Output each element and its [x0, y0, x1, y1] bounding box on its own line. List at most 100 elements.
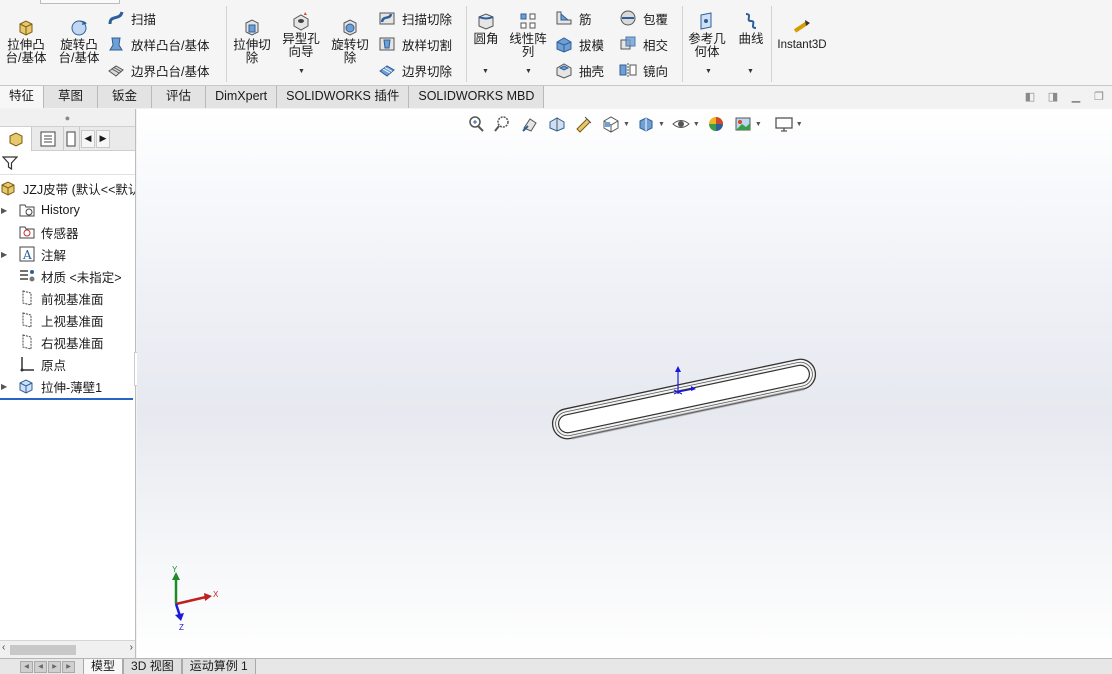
- tab-model[interactable]: 模型: [83, 658, 124, 674]
- next-tab-icon[interactable]: ▶: [48, 660, 61, 673]
- wrap-button[interactable]: 包覆: [619, 8, 668, 28]
- tree-item-label: 传感器: [41, 226, 79, 241]
- feature-manager-tab[interactable]: [0, 126, 32, 151]
- fillet-dropdown-icon[interactable]: ▼: [482, 68, 489, 75]
- tree-item-front-plane[interactable]: 前视基准面: [0, 287, 135, 309]
- panel-collapse-left-icon[interactable]: ◧: [1023, 90, 1037, 103]
- curves-button[interactable]: 曲线: [735, 11, 767, 46]
- reference-geometry-dropdown-icon[interactable]: ▼: [705, 68, 712, 75]
- tab-scroll-right-icon[interactable]: ▶: [96, 129, 110, 148]
- expand-arrow-icon[interactable]: ▶: [1, 250, 7, 259]
- mirror-button[interactable]: 镜向: [619, 60, 668, 80]
- graphics-viewport[interactable]: ▼ ▼ ▼ ▼ ▼ Y X Z: [137, 109, 1112, 658]
- linear-pattern-dropdown-icon[interactable]: ▼: [525, 68, 532, 75]
- intersect-button[interactable]: 相交: [619, 34, 668, 54]
- tab-3d-views[interactable]: 3D 视图: [123, 658, 182, 674]
- view-settings-button[interactable]: [773, 113, 795, 135]
- fillet-button[interactable]: 圆角: [470, 11, 502, 46]
- dynamic-annotation-view-button[interactable]: [573, 113, 595, 135]
- fillet-label: 圆角: [473, 32, 499, 46]
- mirror-label: 镜向: [643, 64, 669, 79]
- tab-solidworks-mbd[interactable]: SOLIDWORKS MBD: [409, 86, 545, 108]
- tab-motion-study-1[interactable]: 运动算例 1: [181, 658, 256, 674]
- loft-label: 放样凸台/基体: [131, 38, 210, 53]
- tab-evaluate[interactable]: 评估: [152, 86, 207, 108]
- loft-button[interactable]: 放样凸台/基体: [107, 34, 209, 54]
- expand-arrow-icon[interactable]: ▶: [1, 206, 7, 215]
- tree-item-sensors[interactable]: 传感器: [0, 221, 135, 243]
- tab-sheet-metal[interactable]: 钣金: [98, 86, 153, 108]
- restore-icon[interactable]: ❐: [1092, 90, 1106, 103]
- tab-solidworks-addins[interactable]: SOLIDWORKS 插件: [277, 86, 410, 108]
- display-style-button[interactable]: [635, 113, 657, 135]
- minimize-icon[interactable]: ▁: [1069, 90, 1083, 103]
- extrude-cut-button[interactable]: 拉伸切除: [231, 17, 273, 65]
- tree-item-origin[interactable]: 原点: [0, 353, 135, 375]
- rib-button[interactable]: 筋: [555, 8, 592, 28]
- configuration-manager-tab[interactable]: [64, 126, 80, 151]
- apply-scene-button[interactable]: [732, 113, 754, 135]
- tree-filter-bar[interactable]: [0, 151, 135, 175]
- shell-button[interactable]: 抽壳: [555, 60, 604, 80]
- revolve-boss-button[interactable]: 旋转凸台/基体: [56, 17, 102, 65]
- linear-pattern-icon: [520, 13, 536, 29]
- reference-geometry-button[interactable]: 参考几何体: [686, 11, 728, 59]
- panel-collapse-right-icon[interactable]: ◨: [1046, 90, 1060, 103]
- hide-show-dropdown-icon[interactable]: ▼: [693, 121, 700, 128]
- property-manager-tab[interactable]: [32, 126, 64, 151]
- tree-item-top-plane[interactable]: 上视基准面: [0, 309, 135, 331]
- boundary-boss-button[interactable]: 边界凸台/基体: [107, 60, 209, 80]
- hole-wizard-button[interactable]: 异型孔向导: [279, 11, 323, 59]
- monitor-icon: [775, 117, 793, 132]
- triad-z-label: Z: [179, 623, 184, 632]
- display-style-dropdown-icon[interactable]: ▼: [658, 121, 665, 128]
- curves-dropdown-icon[interactable]: ▼: [747, 68, 754, 75]
- scrollbar-thumb[interactable]: [10, 645, 76, 655]
- tree-rollback-bar[interactable]: [0, 398, 133, 400]
- zoom-to-area-button[interactable]: [492, 113, 514, 135]
- panel-horizontal-scrollbar[interactable]: ‹ ›: [0, 640, 135, 658]
- hide-show-items-button[interactable]: [670, 113, 692, 135]
- last-tab-icon[interactable]: ▶: [62, 660, 75, 673]
- view-orientation-button[interactable]: [600, 113, 622, 135]
- boundary-cut-button[interactable]: 边界切除: [378, 60, 452, 80]
- tree-item-annotations[interactable]: ▶ A 注解: [0, 243, 135, 265]
- extrude-boss-button[interactable]: 拉伸凸台/基体: [4, 17, 48, 65]
- view-settings-dropdown-icon[interactable]: ▼: [796, 121, 803, 128]
- first-tab-icon[interactable]: ◀: [20, 660, 33, 673]
- hole-wizard-dropdown-icon[interactable]: ▼: [298, 68, 305, 75]
- scroll-left-icon[interactable]: ‹: [2, 642, 5, 653]
- expand-arrow-icon[interactable]: ▶: [1, 382, 7, 391]
- ribbon-separator: [682, 6, 683, 82]
- zoom-to-fit-button[interactable]: [465, 113, 487, 135]
- revolve-cut-button[interactable]: 旋转切除: [328, 17, 372, 65]
- previous-tab-icon[interactable]: ◀: [34, 660, 47, 673]
- tree-item-extrude-thin1[interactable]: ▶ 拉伸-薄壁1: [0, 375, 135, 397]
- tab-sketch[interactable]: 草图: [44, 86, 99, 108]
- instant3d-button[interactable]: Instant3D: [775, 17, 829, 52]
- lofted-cut-button[interactable]: 放样切割: [378, 34, 452, 54]
- scroll-right-icon[interactable]: ›: [130, 642, 133, 653]
- tree-item-material[interactable]: 材质 <未指定>: [0, 265, 135, 287]
- swept-cut-button[interactable]: 扫描切除: [378, 8, 452, 28]
- filter-icon[interactable]: [2, 155, 18, 171]
- tree-root-part[interactable]: JZJ皮带 (默认<<默认: [0, 177, 135, 199]
- tab-dimxpert[interactable]: DimXpert: [206, 86, 278, 108]
- section-view-button[interactable]: [546, 113, 568, 135]
- boundary-cut-label: 边界切除: [402, 64, 453, 79]
- tab-scroll-left-icon[interactable]: ◀: [81, 129, 95, 148]
- scene-dropdown-icon[interactable]: ▼: [755, 121, 762, 128]
- triad-y-label: Y: [172, 565, 178, 574]
- edit-appearance-button[interactable]: [705, 113, 727, 135]
- panel-drag-handle[interactable]: ●: [0, 109, 135, 127]
- tree-item-label: 右视基准面: [41, 336, 104, 351]
- view-orientation-dropdown-icon[interactable]: ▼: [623, 121, 630, 128]
- tab-features[interactable]: 特征: [0, 86, 45, 108]
- linear-pattern-button[interactable]: 线性阵列: [508, 11, 548, 59]
- tree-item-history[interactable]: ▶ History: [0, 199, 135, 221]
- sweep-button[interactable]: 扫描: [107, 8, 156, 28]
- previous-view-button[interactable]: [519, 113, 541, 135]
- tree-item-right-plane[interactable]: 右视基准面: [0, 331, 135, 353]
- draft-button[interactable]: 拔模: [555, 34, 604, 54]
- swept-cut-label: 扫描切除: [402, 12, 453, 27]
